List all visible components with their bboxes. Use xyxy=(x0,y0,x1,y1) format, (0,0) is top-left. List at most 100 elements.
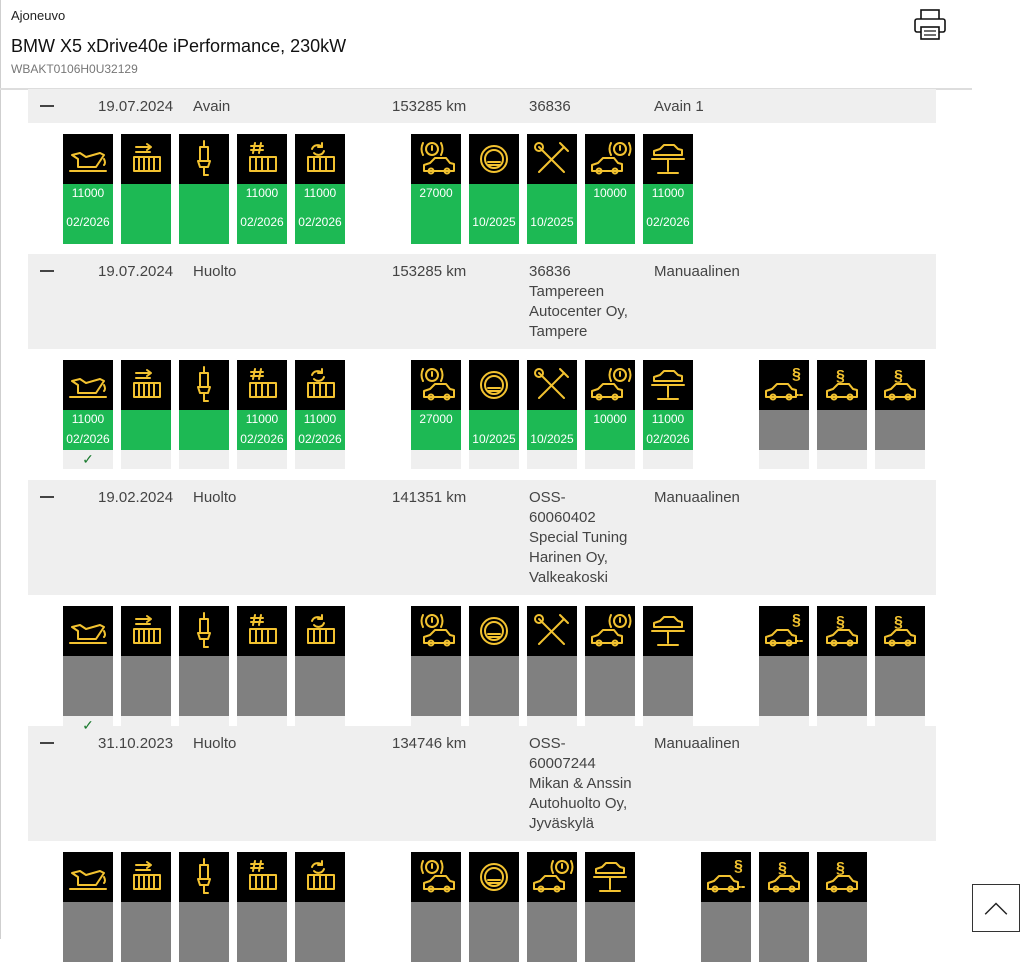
service-done-check xyxy=(237,716,287,735)
service-tile: § xyxy=(817,606,867,735)
entry-detail-line: Special Tuning xyxy=(529,529,628,546)
service-status: 10000 xyxy=(585,410,635,450)
service-status xyxy=(759,902,809,962)
service-tile xyxy=(469,606,519,735)
air-filter-icon xyxy=(295,134,345,184)
vehicle-check-icon xyxy=(527,606,577,656)
service-km-value: 11000 xyxy=(303,412,337,426)
fuel-filter-icon xyxy=(237,606,287,656)
entry-detail-line: Autohuolto Oy, xyxy=(529,795,628,812)
service-tile: 27000 xyxy=(411,134,461,244)
entry-detail-line: Tampere xyxy=(529,323,588,340)
service-tile xyxy=(643,606,693,735)
service-status xyxy=(179,184,229,244)
service-status: 11000 02/2026 xyxy=(237,410,287,450)
service-done-check xyxy=(643,716,693,735)
service-done-check xyxy=(121,716,171,735)
exhaust-inspection-icon: § xyxy=(701,852,751,902)
service-tile: § xyxy=(817,360,867,469)
exhaust-inspection-icon: § xyxy=(759,606,809,656)
vehicle-header: Ajoneuvo BMW X5 xDrive40e iPerformance, … xyxy=(0,0,972,90)
service-status xyxy=(759,410,809,450)
service-done-check xyxy=(875,716,925,735)
brake-fluid-icon xyxy=(469,134,519,184)
service-tile xyxy=(121,852,171,962)
entry-details: 36836 xyxy=(529,97,571,117)
air-filter-icon xyxy=(295,606,345,656)
service-date-value: 10/2025 xyxy=(530,215,574,229)
history-entry: 19.07.2024 Avain 153285 km 36836 Avain 1 xyxy=(28,89,936,123)
service-date-value: 02/2026 xyxy=(66,215,110,229)
entry-source: Avain 1 xyxy=(654,98,704,115)
service-km-value: 11000 xyxy=(71,186,105,200)
service-done-check xyxy=(817,450,867,469)
service-done-check xyxy=(121,450,171,469)
service-tile: 11000 02/2026 xyxy=(63,134,113,244)
service-tile: 10/2025 xyxy=(469,134,519,244)
vehicle-inspection-icon: § xyxy=(817,360,867,410)
entry-detail-line: OSS- xyxy=(529,735,566,752)
service-date-value: 02/2026 xyxy=(66,432,110,446)
entry-km: 141351 km xyxy=(392,489,467,506)
vehicle-lift-icon xyxy=(643,606,693,656)
service-tile: 10000 xyxy=(585,134,635,244)
vehicle-check-icon xyxy=(527,360,577,410)
spark-plug-icon xyxy=(179,606,229,656)
entry-date: 19.07.2024 xyxy=(98,263,174,280)
vehicle-lift-icon xyxy=(585,852,635,902)
service-km-value: 10000 xyxy=(593,186,627,200)
entry-detail-line: Mikan & Anssin xyxy=(529,775,632,792)
svg-text:§: § xyxy=(778,860,787,877)
scroll-to-top-button[interactable] xyxy=(972,884,1020,932)
service-tile: § xyxy=(875,360,925,469)
service-status xyxy=(237,902,287,962)
spark-plug-icon xyxy=(179,134,229,184)
collapse-button[interactable] xyxy=(40,105,54,107)
fuel-filter-icon xyxy=(237,134,287,184)
service-tile: 11000 02/2026 xyxy=(295,134,345,244)
service-tile xyxy=(237,852,287,962)
service-done-check xyxy=(759,716,809,735)
svg-text:§: § xyxy=(836,860,845,877)
collapse-button[interactable] xyxy=(40,270,54,272)
service-status xyxy=(817,410,867,450)
service-date-value: 02/2026 xyxy=(240,432,284,446)
fuel-filter-icon xyxy=(237,852,287,902)
service-tile xyxy=(121,134,171,244)
entry-detail-line: 60007244 xyxy=(529,755,596,772)
service-status xyxy=(585,902,635,962)
section-label: Ajoneuvo xyxy=(11,8,66,23)
service-status xyxy=(759,656,809,716)
service-status xyxy=(63,902,113,962)
service-date-value: 02/2026 xyxy=(240,215,284,229)
service-tile: § xyxy=(701,852,751,962)
entry-detail-line: Valkeakoski xyxy=(529,569,608,586)
service-tile: 11000 02/2026 xyxy=(643,360,693,469)
service-tile xyxy=(295,852,345,962)
printer-icon xyxy=(914,9,946,40)
collapse-button[interactable] xyxy=(40,496,54,498)
service-status xyxy=(179,656,229,716)
exhaust-inspection-icon: § xyxy=(759,360,809,410)
service-status xyxy=(817,656,867,716)
service-status xyxy=(295,902,345,962)
service-date-value: 02/2026 xyxy=(646,215,690,229)
service-status xyxy=(875,656,925,716)
service-tile xyxy=(527,852,577,962)
brake-fluid-icon xyxy=(469,360,519,410)
service-date-value: 10/2025 xyxy=(530,432,574,446)
entry-detail-line: 36836 xyxy=(529,263,571,280)
collapse-button[interactable] xyxy=(40,742,54,744)
engine-oil-icon xyxy=(63,360,113,410)
front-brake-icon xyxy=(411,134,461,184)
service-done-check xyxy=(411,450,461,469)
print-button[interactable] xyxy=(912,8,948,42)
service-tile: § xyxy=(817,852,867,962)
service-tile: 10/2025 xyxy=(527,134,577,244)
entry-km: 134746 km xyxy=(392,735,467,752)
service-status xyxy=(295,656,345,716)
service-done-check: ✓ xyxy=(63,716,113,735)
service-tile: 10/2025 xyxy=(469,360,519,469)
rear-brake-icon xyxy=(585,360,635,410)
entry-date: 31.10.2023 xyxy=(98,735,174,752)
